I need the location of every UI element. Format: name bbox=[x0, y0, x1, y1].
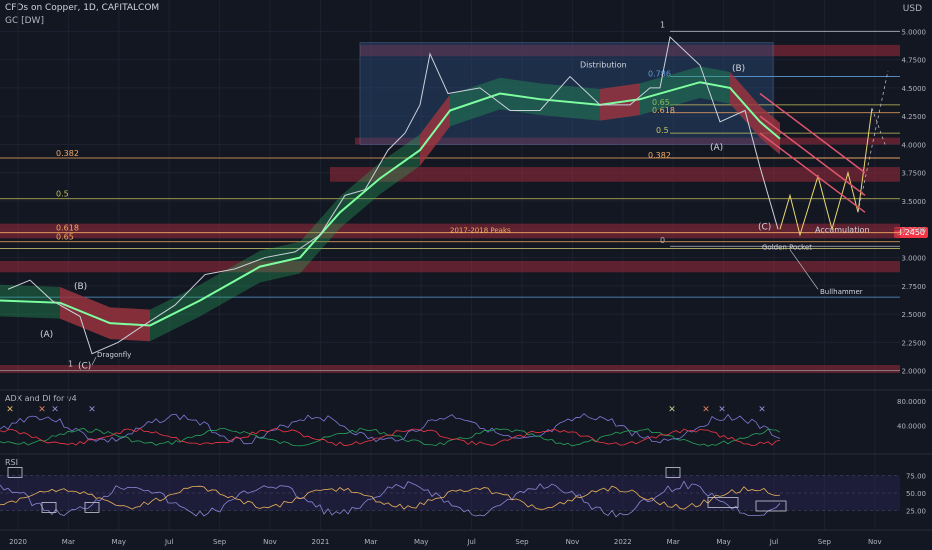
y-tick-label: 2.0000 bbox=[902, 368, 927, 376]
price-chart[interactable]: 5.0000 4.7500 4.5000 4.2500 4.0000 3.7500 3.50… bbox=[0, 0, 932, 550]
crossover-marker: ✕ bbox=[88, 405, 96, 415]
di-plus-line bbox=[0, 427, 781, 447]
wave-label: (A) bbox=[40, 330, 53, 340]
x-tick-label: May bbox=[716, 538, 730, 546]
annotation-pointer bbox=[91, 356, 97, 366]
y-tick-label: 3.0000 bbox=[902, 255, 927, 263]
x-tick-label: Sep bbox=[213, 538, 227, 546]
x-tick-label: Mar bbox=[667, 538, 680, 546]
crossover-marker: ✕ bbox=[718, 405, 726, 415]
crossover-marker: ✕ bbox=[758, 405, 766, 415]
fib-label: 1 bbox=[660, 20, 665, 29]
x-tick-label: Jul bbox=[769, 538, 779, 546]
x-tick-label: Jul bbox=[466, 538, 476, 546]
x-tick-label: Sep bbox=[818, 538, 832, 546]
y-tick-label: 4.7500 bbox=[902, 57, 927, 65]
fib-label: 0.382 bbox=[648, 151, 671, 160]
x-tick-label: 2022 bbox=[614, 538, 632, 546]
wave-label: (A) bbox=[710, 143, 723, 153]
y-tick-label: 2.5000 bbox=[902, 311, 927, 319]
y-tick-label: 4.2500 bbox=[902, 113, 927, 121]
crossover-marker: ✕ bbox=[668, 405, 676, 415]
y-tick-label: 4.5000 bbox=[902, 85, 927, 93]
fib-label: 0.5 bbox=[56, 190, 69, 199]
x-tick-label: 2020 bbox=[9, 538, 27, 546]
label-accumulation: Accumulation bbox=[815, 226, 870, 235]
channel-line bbox=[759, 115, 866, 196]
rsi-tick-label: 75.00 bbox=[906, 473, 926, 481]
label-bullhammer: Bullhammer bbox=[820, 288, 863, 296]
x-tick-label: Sep bbox=[515, 538, 529, 546]
adx-tick-label: 40.0000 bbox=[897, 423, 926, 431]
crossover-marker: ✕ bbox=[6, 405, 14, 415]
x-tick-label: Nov bbox=[263, 538, 277, 546]
y-tick-label: 4.0000 bbox=[902, 141, 927, 149]
label-distribution: Distribution bbox=[580, 61, 627, 70]
x-tick-label: Jul bbox=[164, 538, 174, 546]
di-minus-line bbox=[0, 427, 781, 447]
rsi-tick-label: 50.00 bbox=[906, 490, 926, 498]
label-dragonfly: Dragonfly bbox=[97, 351, 131, 359]
x-tick-label: Nov bbox=[868, 538, 882, 546]
fib-label: 0 bbox=[660, 236, 665, 245]
wave-label: (C) bbox=[78, 361, 91, 371]
y-tick-label: 5.0000 bbox=[902, 28, 927, 36]
wave-label: (B) bbox=[74, 282, 87, 292]
x-tick-label: Mar bbox=[364, 538, 377, 546]
fib-label: 0.382 bbox=[56, 149, 79, 158]
fib-label: 1 bbox=[68, 360, 73, 369]
x-tick-label: Mar bbox=[62, 538, 75, 546]
wave-label: (B) bbox=[732, 64, 745, 74]
crossover-marker: ✕ bbox=[702, 405, 710, 415]
y-tick-label: 3.5000 bbox=[902, 198, 927, 206]
x-tick-label: May bbox=[414, 538, 428, 546]
crossover-marker: ✕ bbox=[51, 405, 59, 415]
y-tick-label: 2.7500 bbox=[902, 283, 927, 291]
wave-label: (C) bbox=[758, 222, 771, 232]
y-tick-label: 3.2500 bbox=[902, 226, 927, 234]
supply-demand-zone bbox=[0, 260, 900, 273]
fib-label: 0.5 bbox=[656, 126, 669, 135]
y-tick-label: 2.2500 bbox=[902, 339, 927, 347]
fib-label: 0.618 bbox=[56, 224, 79, 233]
x-tick-label: 2021 bbox=[311, 538, 329, 546]
adx-line bbox=[0, 413, 781, 445]
adx-tick-label: 80.0000 bbox=[897, 398, 926, 406]
crossover-marker: ✕ bbox=[38, 405, 46, 415]
rsi-tick-label: 25.00 bbox=[906, 508, 926, 516]
x-tick-label: May bbox=[112, 538, 126, 546]
y-tick-label: 3.7500 bbox=[902, 170, 927, 178]
label-golden-pocket: Golden Pocket bbox=[762, 244, 812, 252]
x-tick-label: Nov bbox=[566, 538, 580, 546]
fib-label: 0.65 bbox=[56, 233, 74, 242]
supply-demand-zone bbox=[0, 365, 900, 373]
label-peaks: 2017-2018 Peaks bbox=[450, 227, 511, 235]
trend-band-bearish bbox=[60, 286, 150, 342]
